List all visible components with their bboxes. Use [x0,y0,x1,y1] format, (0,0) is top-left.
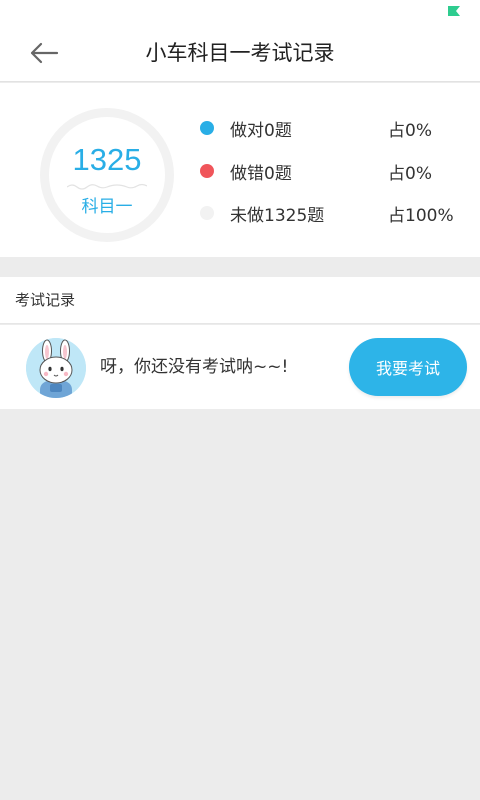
empty-content-area [0,409,480,800]
section-divider [0,257,480,277]
legend-undone: 未做1325题 占100% [200,198,460,228]
blue-dot-icon [200,121,214,135]
legend-percent: 占0% [388,120,432,141]
top-app-bar: 小车科目一考试记录 [0,24,480,82]
gray-dot-icon [200,206,214,220]
subject-label: 科目一 [81,197,133,217]
page-title: 小车科目一考试记录 [145,41,335,65]
legend-correct: 做对0题 占0% [200,113,460,143]
bunny-mascot-icon [26,338,86,398]
wave-decoration-icon [67,183,147,190]
progress-ring: 1325 科目一 [40,108,174,242]
status-bar [0,0,480,24]
back-button[interactable] [22,34,66,72]
red-dot-icon [200,164,214,178]
legend-wrong: 做错0题 占0% [200,156,460,186]
total-question-count: 1325 [72,142,142,177]
start-exam-button[interactable]: 我要考试 [349,338,467,396]
bunny-mascot-avatar [26,338,86,398]
empty-records-message: 呀，你还没有考试呐~~! [100,357,289,377]
records-section-title: 考试记录 [0,277,480,324]
arrow-left-icon [30,42,59,64]
empty-records-row: 呀，你还没有考试呐~~! 我要考试 [0,325,480,409]
legend-percent: 占100% [388,205,454,226]
legend-percent: 占0% [388,163,432,184]
stats-panel: 1325 科目一 做对0题 占0% 做错0题 占0% 未做1325题 占100% [0,83,480,257]
notification-flag-icon [448,6,460,16]
